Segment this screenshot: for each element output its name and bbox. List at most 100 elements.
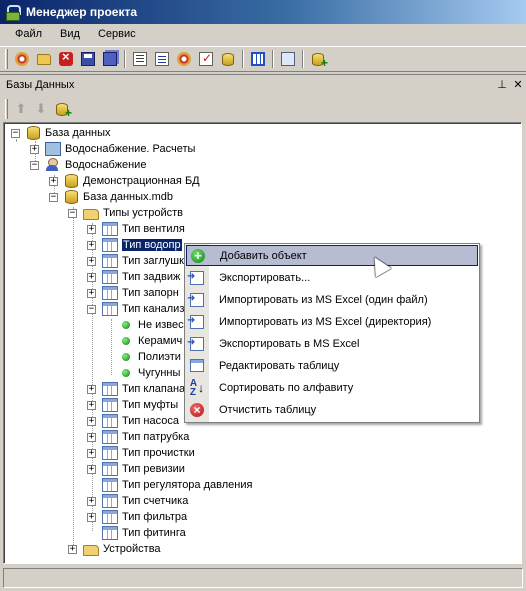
tree-node-devices[interactable]: + Устройства xyxy=(68,541,161,557)
collapse-toggle[interactable]: − xyxy=(49,192,58,202)
table-icon xyxy=(102,526,118,540)
expand-toggle[interactable]: + xyxy=(87,432,96,442)
pin-icon[interactable]: ⊥ xyxy=(494,78,510,91)
tree-node-type[interactable]: + Тип патрубка xyxy=(87,429,189,445)
expand-toggle[interactable]: + xyxy=(30,144,39,154)
tree-node-type[interactable]: Тип регулятора давления xyxy=(102,477,252,493)
expand-toggle[interactable]: + xyxy=(87,464,96,474)
tree-label: Тип насоса xyxy=(122,415,179,427)
close-project-button[interactable] xyxy=(56,49,76,69)
expand-toggle[interactable]: + xyxy=(68,544,77,554)
tree-node-root[interactable]: − База данных xyxy=(11,125,111,141)
toolbar-separator xyxy=(302,50,304,68)
expand-toggle[interactable]: + xyxy=(87,240,96,250)
close-icon[interactable]: ✕ xyxy=(510,78,526,91)
tree-node-type[interactable]: + Тип ревизии xyxy=(87,461,185,477)
tree-leaf[interactable]: Чугунны xyxy=(122,365,180,381)
move-up-button[interactable]: ⬆ xyxy=(11,99,31,119)
tree-leaf[interactable]: Полиэти xyxy=(122,349,181,365)
menu-item-import-excel-file[interactable]: Импортировать из MS Excel (один файл) xyxy=(186,289,478,310)
toolbar-grip[interactable] xyxy=(5,49,8,69)
menu-service[interactable]: Сервис xyxy=(89,26,145,42)
menu-item-sort-alpha[interactable]: A Z ↓ Сортировать по алфавиту xyxy=(186,377,478,398)
tree-node-type[interactable]: + Тип прочистки xyxy=(87,445,195,461)
tree-label: Тип патрубка xyxy=(122,431,190,443)
grid-button[interactable] xyxy=(248,49,268,69)
move-down-button[interactable]: ⬇ xyxy=(31,99,51,119)
collapse-toggle[interactable]: − xyxy=(87,304,96,314)
menu-item-import-excel-folder[interactable]: Импортировать из MS Excel (директория) xyxy=(186,311,478,332)
menu-item-clear-table[interactable]: × Отчистить таблицу xyxy=(186,399,478,420)
expand-toggle[interactable]: + xyxy=(87,416,96,426)
menu-view[interactable]: Вид xyxy=(51,26,89,42)
tree-node-demo-db[interactable]: + Демонстрационная БД xyxy=(49,173,200,189)
tree-node-type[interactable]: + Тип насоса xyxy=(87,413,179,429)
menu-item-label: Отчистить таблицу xyxy=(219,403,317,416)
tree-node-type[interactable]: + Тип счетчика xyxy=(87,493,188,509)
collapse-toggle[interactable]: − xyxy=(68,208,77,218)
tree-label: Полиэти xyxy=(138,351,181,363)
table-icon xyxy=(102,430,118,444)
table-icon xyxy=(102,494,118,508)
tree-label: Тип канализ xyxy=(122,303,185,315)
export-icon xyxy=(187,270,204,285)
arrow-down-icon: ⬇ xyxy=(35,101,47,116)
tree-leaf[interactable]: Керамич xyxy=(122,333,182,349)
expand-toggle[interactable]: + xyxy=(87,288,96,298)
menu-item-export[interactable]: Экспортировать... xyxy=(186,267,478,288)
tree-node-type[interactable]: Тип фитинга xyxy=(102,525,186,541)
gear-icon xyxy=(177,52,191,66)
folder-open-icon xyxy=(37,53,51,65)
open-button[interactable] xyxy=(34,49,54,69)
expand-toggle[interactable]: + xyxy=(87,496,96,506)
water-calc-icon xyxy=(45,142,61,156)
save-all-button[interactable] xyxy=(100,49,120,69)
sort-arrow-icon: ↓ xyxy=(198,380,205,395)
tree-node-type-selected[interactable]: + Тип водопр xyxy=(87,237,182,253)
check-icon xyxy=(199,51,213,66)
tree-node-type[interactable]: + Тип клапана xyxy=(87,381,185,397)
tree-node-type[interactable]: − Тип канализ xyxy=(87,301,184,317)
tree-node-type[interactable]: + Тип вентиля xyxy=(87,221,185,237)
list-button[interactable] xyxy=(152,49,172,69)
tree-label: Демонстрационная БД xyxy=(83,175,200,187)
menu-item-edit-table[interactable]: Редактировать таблицу xyxy=(186,355,478,376)
collapse-toggle[interactable]: − xyxy=(11,128,20,138)
grid-icon xyxy=(251,52,265,66)
expand-toggle[interactable]: + xyxy=(87,448,96,458)
settings-button[interactable] xyxy=(12,49,32,69)
tree-node-type[interactable]: + Тип заглушк xyxy=(87,253,184,269)
check-button[interactable] xyxy=(196,49,216,69)
menu-item-add-object[interactable]: + Добавить объект xyxy=(186,245,478,266)
properties-button[interactable] xyxy=(130,49,150,69)
collapse-toggle[interactable]: − xyxy=(30,160,39,170)
expand-toggle[interactable]: + xyxy=(87,400,96,410)
database-button[interactable] xyxy=(218,49,238,69)
expand-toggle[interactable]: + xyxy=(87,256,96,266)
tree-node-device-types[interactable]: − Типы устройств xyxy=(68,205,183,221)
folder-icon xyxy=(83,544,99,556)
tree-node-type[interactable]: + Тип фильтра xyxy=(87,509,187,525)
expand-toggle[interactable]: + xyxy=(87,512,96,522)
tree-node-type[interactable]: + Тип задвиж xyxy=(87,269,180,285)
tree-node-type[interactable]: + Тип муфты xyxy=(87,397,178,413)
menu-item-export-excel[interactable]: Экспортировать в MS Excel xyxy=(186,333,478,354)
expand-toggle[interactable]: + xyxy=(87,272,96,282)
add-database-button[interactable] xyxy=(52,99,72,120)
options-button[interactable] xyxy=(174,49,194,69)
toolbar-grip[interactable] xyxy=(5,99,8,119)
clear-icon: × xyxy=(190,402,204,417)
expand-toggle[interactable]: + xyxy=(87,224,96,234)
calculator-button[interactable] xyxy=(278,49,298,69)
tree-node-type[interactable]: + Тип запорн xyxy=(87,285,179,301)
tree-node-vodosnab-raschety[interactable]: + Водоснабжение. Расчеты xyxy=(30,141,195,157)
menu-file[interactable]: Файл xyxy=(6,26,51,42)
expand-toggle[interactable]: + xyxy=(87,384,96,394)
save-button[interactable] xyxy=(78,49,98,69)
tree-node-vodosnab[interactable]: − Водоснабжение xyxy=(30,157,146,173)
add-database-button[interactable] xyxy=(308,49,328,70)
tree-label: Тип регулятора давления xyxy=(122,479,253,491)
tree-node-db-mdb[interactable]: − База данных.mdb xyxy=(49,189,173,205)
tree-leaf[interactable]: Не извес xyxy=(122,317,184,333)
expand-toggle[interactable]: + xyxy=(49,176,58,186)
